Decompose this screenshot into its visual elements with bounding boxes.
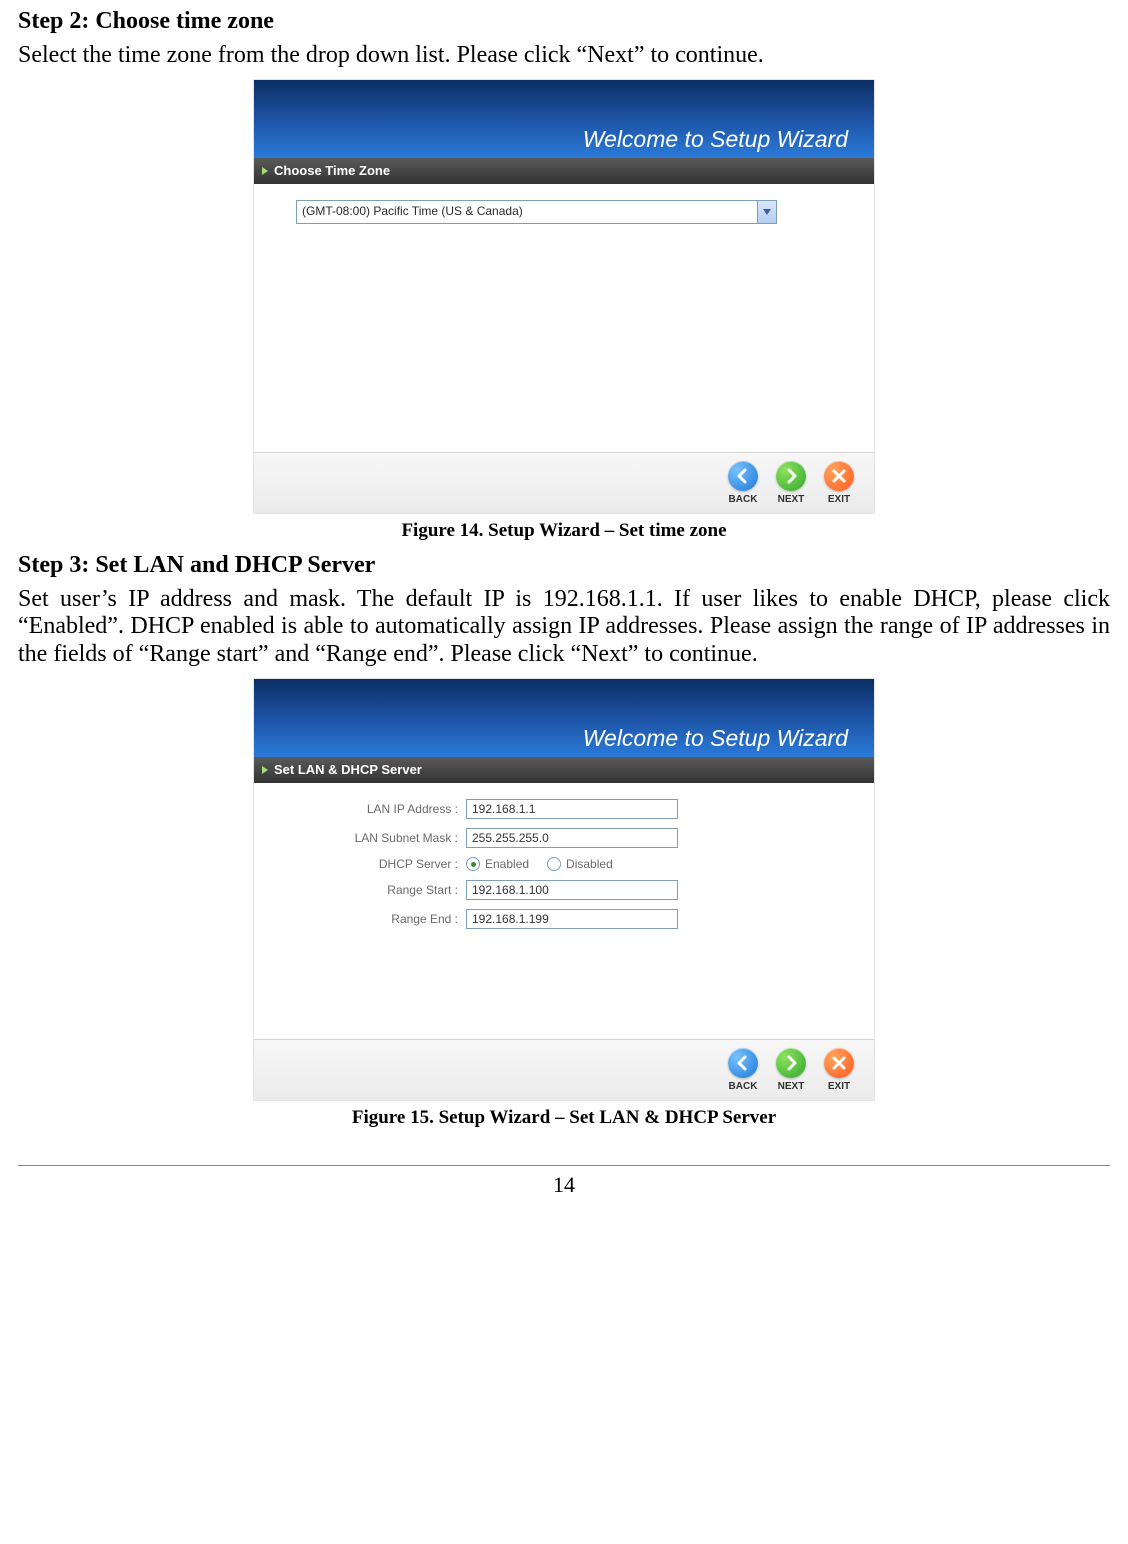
range-end-label: Range End : <box>276 913 458 927</box>
dhcp-enabled-label: Enabled <box>485 858 529 872</box>
back-label: BACK <box>729 494 758 506</box>
chevron-right-icon <box>262 766 268 774</box>
range-start-label: Range Start : <box>276 884 458 898</box>
step3-desc: Set user’s IP address and mask. The defa… <box>18 586 1110 669</box>
section-bar-timezone: Choose Time Zone <box>254 158 874 184</box>
figure15-caption: Figure 15. Setup Wizard – Set LAN & DHCP… <box>18 1107 1110 1129</box>
next-button[interactable]: NEXT <box>776 461 806 506</box>
step2-desc: Select the time zone from the drop down … <box>18 42 1110 70</box>
next-label: NEXT <box>778 494 805 506</box>
lan-mask-input[interactable]: 255.255.255.0 <box>466 828 678 848</box>
section-title: Set LAN & DHCP Server <box>274 763 422 778</box>
wizard-banner: Welcome to Setup Wizard <box>254 80 874 158</box>
exit-button[interactable]: EXIT <box>824 1048 854 1093</box>
next-label: NEXT <box>778 1081 805 1093</box>
wizard-footer: BACK NEXT EXIT <box>254 1039 874 1100</box>
back-button[interactable]: BACK <box>728 461 758 506</box>
section-bar-lan: Set LAN & DHCP Server <box>254 757 874 783</box>
exit-label: EXIT <box>828 494 850 506</box>
dhcp-disabled-radio[interactable]: Disabled <box>547 857 613 871</box>
range-start-input[interactable]: 192.168.1.100 <box>466 880 678 900</box>
arrow-left-icon <box>728 461 758 491</box>
range-end-input[interactable]: 192.168.1.199 <box>466 909 678 929</box>
exit-button[interactable]: EXIT <box>824 461 854 506</box>
timezone-select[interactable]: (GMT-08:00) Pacific Time (US & Canada) <box>296 200 777 224</box>
back-button[interactable]: BACK <box>728 1048 758 1093</box>
step3-heading: Step 3: Set LAN and DHCP Server <box>18 552 1110 580</box>
wizard-footer: BACK NEXT EXIT <box>254 452 874 513</box>
page-divider <box>18 1165 1110 1166</box>
lan-ip-input[interactable]: 192.168.1.1 <box>466 799 678 819</box>
timezone-selected-value: (GMT-08:00) Pacific Time (US & Canada) <box>302 205 523 219</box>
chevron-right-icon <box>262 167 268 175</box>
wizard-timezone: Welcome to Setup Wizard Choose Time Zone… <box>253 79 875 514</box>
close-icon <box>824 1048 854 1078</box>
figure14-caption: Figure 14. Setup Wizard – Set time zone <box>18 520 1110 542</box>
section-title: Choose Time Zone <box>274 164 390 179</box>
dhcp-enabled-radio[interactable]: Enabled <box>466 857 529 871</box>
chevron-down-icon[interactable] <box>757 201 776 223</box>
step2-heading: Step 2: Choose time zone <box>18 8 1110 36</box>
arrow-right-icon <box>776 1048 806 1078</box>
back-label: BACK <box>729 1081 758 1093</box>
exit-label: EXIT <box>828 1081 850 1093</box>
arrow-left-icon <box>728 1048 758 1078</box>
arrow-right-icon <box>776 461 806 491</box>
close-icon <box>824 461 854 491</box>
dhcp-label: DHCP Server : <box>276 858 458 872</box>
lan-ip-label: LAN IP Address : <box>276 803 458 817</box>
next-button[interactable]: NEXT <box>776 1048 806 1093</box>
wizard-banner: Welcome to Setup Wizard <box>254 679 874 757</box>
page-number: 14 <box>18 1172 1110 1197</box>
wizard-lan-dhcp: Welcome to Setup Wizard Set LAN & DHCP S… <box>253 678 875 1101</box>
lan-mask-label: LAN Subnet Mask : <box>276 832 458 846</box>
dhcp-disabled-label: Disabled <box>566 858 613 872</box>
